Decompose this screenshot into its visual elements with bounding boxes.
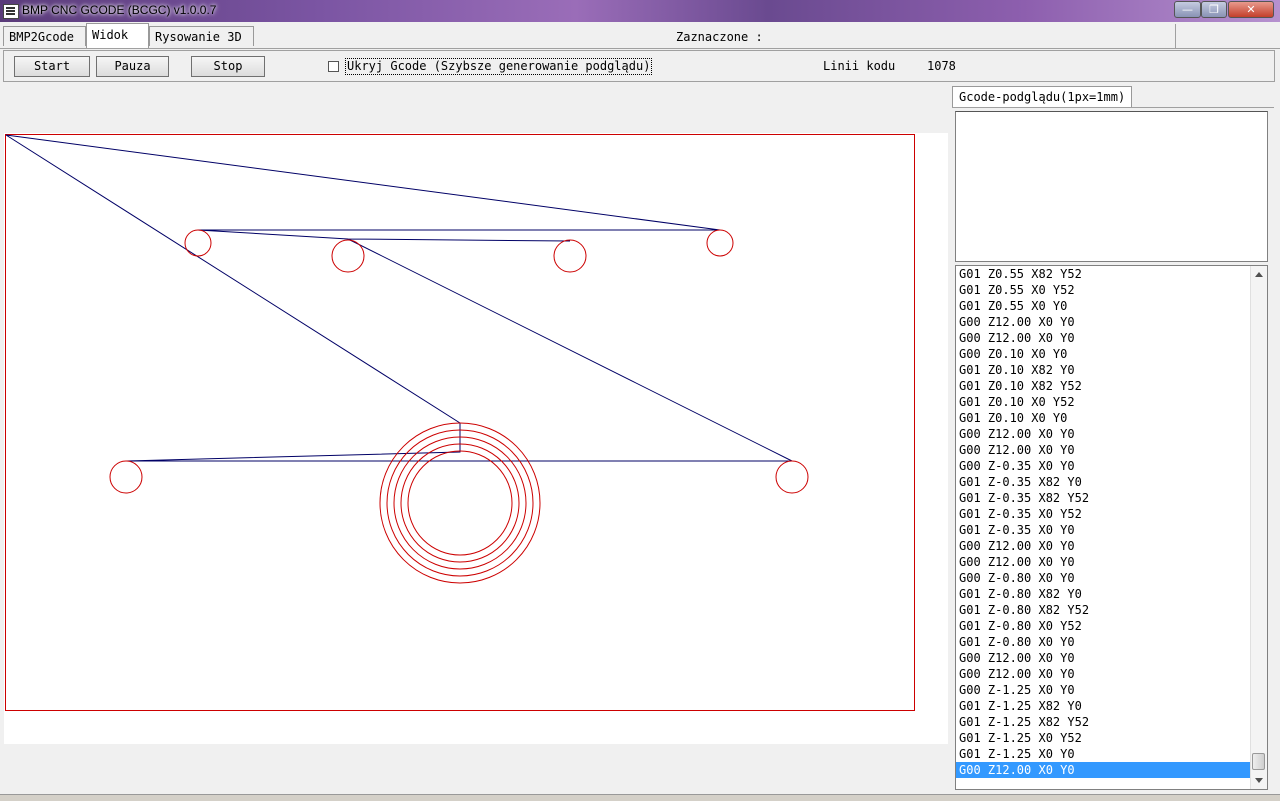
hide-gcode-checkbox[interactable] <box>328 61 339 72</box>
gcode-line[interactable]: G01 Z-0.80 X82 Y52 <box>956 602 1252 618</box>
gcode-line[interactable]: G01 Z-1.25 X0 Y0 <box>956 746 1252 762</box>
lines-label: Linii kodu <box>823 59 896 73</box>
tab-label: Gcode-podglądu(1px=1mm) <box>959 90 1126 104</box>
maximize-button[interactable]: ❐ <box>1201 1 1227 18</box>
scroll-up-icon[interactable] <box>1255 272 1263 277</box>
divider <box>952 107 1274 108</box>
gcode-line[interactable]: G00 Z12.00 X0 Y0 <box>956 650 1252 666</box>
toolpath-drawing <box>5 134 915 711</box>
spiral-ring <box>393 436 527 570</box>
gcode-line[interactable]: G01 Z-1.25 X82 Y52 <box>956 714 1252 730</box>
hole-circle <box>775 460 809 494</box>
toolpath-view[interactable] <box>4 133 948 744</box>
scroll-down-icon[interactable] <box>1255 778 1263 783</box>
hole-circle <box>706 229 734 257</box>
lines-count: 1078 <box>927 59 956 73</box>
close-button[interactable]: ✕ <box>1228 1 1274 18</box>
gcode-line[interactable]: G01 Z-0.35 X82 Y0 <box>956 474 1252 490</box>
tab-bmp2gcode[interactable]: BMP2Gcode <box>3 26 86 46</box>
gcode-line[interactable]: G01 Z0.10 X0 Y0 <box>956 410 1252 426</box>
selection-label: Zaznaczone : <box>676 30 763 44</box>
gcode-line[interactable]: G00 Z12.00 X0 Y0 <box>956 442 1252 458</box>
gcode-line[interactable]: G01 Z-0.80 X82 Y0 <box>956 586 1252 602</box>
gcode-line[interactable]: G01 Z0.10 X0 Y52 <box>956 394 1252 410</box>
app-icon <box>3 4 19 19</box>
gcode-lines: G01 Z0.55 X82 Y52 G01 Z0.55 X0 Y52 G01 Z0.… <box>956 266 1252 778</box>
scroll-thumb[interactable] <box>1252 753 1265 770</box>
tab-label: BMP2Gcode <box>9 30 75 44</box>
hole-circle <box>109 460 143 494</box>
start-button[interactable]: Start <box>14 56 90 77</box>
toolpath-move <box>5 134 793 462</box>
gcode-line[interactable]: G01 Z0.10 X82 Y52 <box>956 378 1252 394</box>
gcode-line[interactable]: G01 Z0.55 X0 Y52 <box>956 282 1252 298</box>
gcode-line[interactable]: G01 Z0.10 X82 Y0 <box>956 362 1252 378</box>
tab-label: Widok <box>92 28 129 42</box>
gcode-line[interactable]: G00 Z12.00 X0 Y0 <box>956 330 1252 346</box>
hole-circle <box>184 229 212 257</box>
gcode-line[interactable]: G01 Z-0.35 X0 Y0 <box>956 522 1252 538</box>
pause-button[interactable]: Pauza <box>96 56 169 77</box>
minimize-icon: — <box>1182 3 1193 16</box>
gcode-line[interactable]: G01 Z-1.25 X82 Y0 <box>956 698 1252 714</box>
gcode-line[interactable]: G00 Z12.00 X0 Y0 <box>956 314 1252 330</box>
tab-label: Rysowanie 3D <box>155 30 242 44</box>
gcode-line[interactable]: G00 Z12.00 X0 Y0 <box>956 538 1252 554</box>
gcode-line[interactable]: G00 Z12.00 X0 Y0 <box>956 666 1252 682</box>
gcode-line[interactable]: G01 Z0.55 X0 Y0 <box>956 298 1252 314</box>
gcode-line[interactable]: G00 Z12.00 X0 Y0 <box>956 762 1252 778</box>
stop-button[interactable]: Stop <box>191 56 265 77</box>
spiral-ring <box>400 443 520 563</box>
window-title: BMP CNC GCODE (BCGC) v1.0.0.7 <box>22 3 217 17</box>
gcode-preview-box <box>955 111 1268 262</box>
title-bar: BMP CNC GCODE (BCGC) v1.0.0.7 <box>0 0 1280 22</box>
hole-circle <box>553 239 587 273</box>
divider <box>1175 24 1176 48</box>
close-icon: ✕ <box>1246 3 1256 16</box>
gcode-line[interactable]: G00 Z12.00 X0 Y0 <box>956 554 1252 570</box>
gcode-line[interactable]: G00 Z12.00 X0 Y0 <box>956 426 1252 442</box>
minimize-button[interactable]: — <box>1174 1 1201 18</box>
hide-gcode-label[interactable]: Ukryj Gcode (Szybsze generowanie podgląd… <box>345 58 653 75</box>
hole-circle <box>331 239 365 273</box>
gcode-line[interactable]: G00 Z-1.25 X0 Y0 <box>956 682 1252 698</box>
gcode-line[interactable]: G01 Z-1.25 X0 Y52 <box>956 730 1252 746</box>
spiral-ring <box>407 450 513 556</box>
gcode-line[interactable]: G00 Z0.10 X0 Y0 <box>956 346 1252 362</box>
gcode-line[interactable]: G01 Z-0.35 X0 Y52 <box>956 506 1252 522</box>
gcode-line[interactable]: G01 Z-0.35 X82 Y52 <box>956 490 1252 506</box>
tab-rysowanie-3d[interactable]: Rysowanie 3D <box>149 26 254 46</box>
restore-icon: ❐ <box>1209 3 1219 16</box>
gcode-listbox[interactable]: G01 Z0.55 X82 Y52 G01 Z0.55 X0 Y52 G01 Z0.… <box>955 265 1268 790</box>
gcode-line[interactable]: G00 Z-0.35 X0 Y0 <box>956 458 1252 474</box>
gcode-line[interactable]: G01 Z0.55 X82 Y52 <box>956 266 1252 282</box>
tab-widok[interactable]: Widok <box>86 23 149 48</box>
vertical-scrollbar[interactable] <box>1250 266 1267 789</box>
gcode-line[interactable]: G01 Z-0.80 X0 Y52 <box>956 618 1252 634</box>
gcode-line[interactable]: G01 Z-0.80 X0 Y0 <box>956 634 1252 650</box>
gcode-line[interactable]: G00 Z-0.80 X0 Y0 <box>956 570 1252 586</box>
tab-gcode-preview[interactable]: Gcode-podglądu(1px=1mm) <box>952 86 1133 108</box>
